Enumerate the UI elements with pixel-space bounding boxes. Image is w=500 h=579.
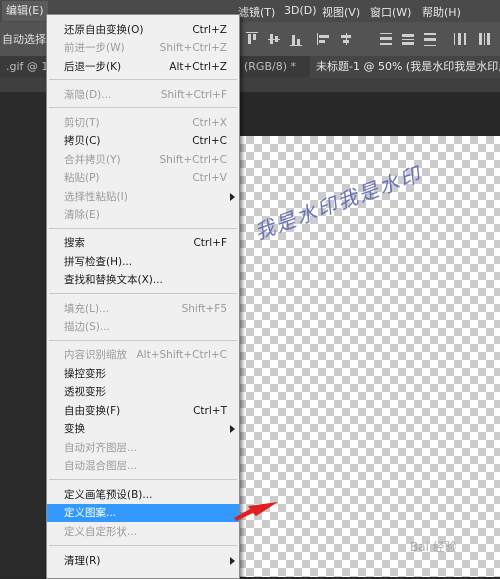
menu-help[interactable]: 帮助(H): [422, 4, 461, 20]
align-top-icon[interactable]: [244, 31, 260, 47]
submenu-arrow-icon: [230, 557, 235, 565]
menu-separator: [49, 107, 237, 108]
menu-item-spell-check[interactable]: 拼写检查(H)...: [47, 253, 239, 271]
menu-item-auto-blend-layers[interactable]: 自动混合图层...: [47, 457, 239, 475]
menu-item-free-transform[interactable]: 自由变换(F) Ctrl+T: [47, 402, 239, 420]
menu-item-step-back[interactable]: 后退一步(K) Alt+Ctrl+Z: [47, 58, 239, 76]
align-left-icon[interactable]: [316, 31, 332, 47]
submenu-arrow-icon: [230, 193, 235, 201]
menu-item-define-pattern[interactable]: 定义图案...: [47, 504, 239, 522]
menu-3d[interactable]: 3D(D): [284, 4, 317, 17]
distribute-bottom-icon[interactable]: [422, 31, 438, 47]
menu-item-undo[interactable]: 还原自由变换(O) Ctrl+Z: [47, 21, 239, 39]
menu-item-find-replace[interactable]: 查找和替换文本(X)...: [47, 271, 239, 289]
distribute-left-icon[interactable]: [452, 31, 468, 47]
tab-rgb-document[interactable]: (RGB/8) *: [238, 56, 314, 78]
distribute-hcenter-icon[interactable]: [476, 31, 492, 47]
tab-untitled-1[interactable]: 未标题-1 @ 50% (我是水印我是水印,: [310, 56, 500, 78]
menu-item-copy-merged[interactable]: 合并拷贝(Y) Shift+Ctrl+C: [47, 151, 239, 169]
menu-item-fill[interactable]: 填充(L)... Shift+F5: [47, 300, 239, 318]
edit-menu-dropdown: 还原自由变换(O) Ctrl+Z 前进一步(W) Shift+Ctrl+Z 后退一步…: [46, 14, 240, 579]
submenu-arrow-icon: [230, 425, 235, 433]
baidu-jingyan-watermark: Bai 经验: [410, 540, 457, 554]
menu-filter[interactable]: 滤镜(T): [238, 4, 275, 20]
menu-separator: [49, 293, 237, 294]
menu-item-purge[interactable]: 清理(R): [47, 552, 239, 570]
align-vcenter-icon[interactable]: [266, 31, 282, 47]
distribute-vcenter-icon[interactable]: [400, 31, 416, 47]
menu-item-step-forward[interactable]: 前进一步(W) Shift+Ctrl+Z: [47, 39, 239, 57]
align-bottom-icon[interactable]: [288, 31, 304, 47]
menu-separator: [49, 545, 237, 546]
menu-item-copy[interactable]: 拷贝(C) Ctrl+C: [47, 132, 239, 150]
distribute-top-icon[interactable]: [378, 31, 394, 47]
menu-item-paste-special[interactable]: 选择性粘贴(I): [47, 188, 239, 206]
menu-item-puppet-warp[interactable]: 操控变形: [47, 365, 239, 383]
menu-separator: [49, 79, 237, 80]
align-hcenter-icon[interactable]: [338, 31, 354, 47]
menu-view[interactable]: 视图(V): [322, 4, 360, 20]
red-pointer-arrow-icon: [234, 502, 278, 521]
menu-item-search[interactable]: 搜索 Ctrl+F: [47, 234, 239, 252]
menu-item-perspective-warp[interactable]: 透视变形: [47, 383, 239, 401]
menu-item-stroke[interactable]: 描边(S)...: [47, 318, 239, 336]
menu-item-cut[interactable]: 剪切(T) Ctrl+X: [47, 114, 239, 132]
menu-item-content-aware-scale[interactable]: 内容识别缩放 Alt+Shift+Ctrl+C: [47, 346, 239, 364]
menu-item-paste[interactable]: 粘贴(P) Ctrl+V: [47, 169, 239, 187]
menu-edit[interactable]: 编辑(E): [2, 1, 48, 21]
menu-separator: [49, 479, 237, 480]
vertical-ruler: [0, 92, 46, 577]
menu-item-transform[interactable]: 变换: [47, 420, 239, 438]
menu-item-fade[interactable]: 渐隐(D)... Shift+Ctrl+F: [47, 86, 239, 104]
menu-item-auto-align-layers[interactable]: 自动对齐图层...: [47, 439, 239, 457]
tab-gif-document[interactable]: .gif @ 100: [0, 56, 52, 78]
menu-item-clear[interactable]: 清除(E): [47, 206, 239, 224]
menu-separator: [49, 340, 237, 341]
menu-item-define-shape[interactable]: 定义自定形状...: [47, 523, 239, 541]
menu-separator: [49, 228, 237, 229]
menu-window[interactable]: 窗口(W): [370, 4, 411, 20]
menu-item-define-brush[interactable]: 定义画笔预设(B)...: [47, 486, 239, 504]
